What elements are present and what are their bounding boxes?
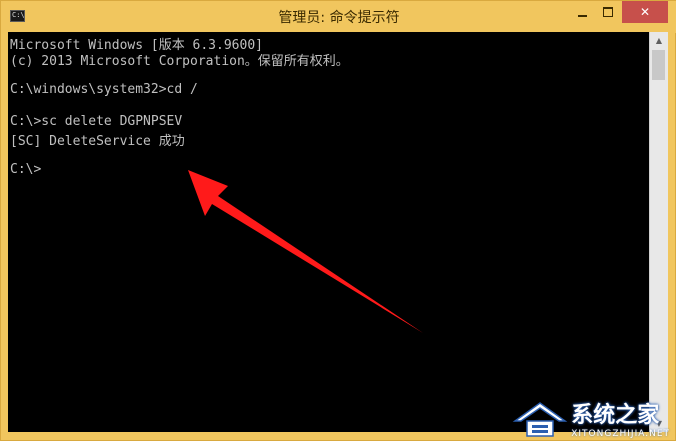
maximize-icon [603,7,613,17]
watermark-subtext: XITONGZHIJIA.NET [571,429,670,439]
cmd-window: C:\ 管理员: 命令提示符 ✕ Microsoft Windows [版本 6… [0,0,676,441]
console-output[interactable]: Microsoft Windows [版本 6.3.9600] (c) 2013… [8,32,649,432]
console-line: [SC] DeleteService 成功 [10,134,185,149]
chevron-up-icon: ▲ [655,36,663,45]
scroll-up-button[interactable]: ▲ [650,32,668,49]
watermark-text: 系统之家 [571,403,660,428]
close-icon: ✕ [639,5,651,19]
house-logo-icon [512,402,568,437]
console-line: C:\>sc delete DGPNPSEV [10,114,183,129]
vertical-scrollbar[interactable]: ▲ ▼ [649,32,668,432]
maximize-button[interactable] [595,1,621,23]
scrollbar-thumb[interactable] [652,50,665,80]
title-bar[interactable]: C:\ 管理员: 命令提示符 ✕ [1,1,676,33]
console-line: Microsoft Windows [版本 6.3.9600] [10,38,263,53]
minimize-button[interactable] [569,1,595,23]
console-prompt[interactable]: C:\> [10,162,349,178]
console-line: C:\windows\system32>cd / [10,82,198,97]
console-line: (c) 2013 Microsoft Corporation。保留所有权利。 [10,54,349,69]
close-button[interactable]: ✕ [622,1,668,23]
console-lines: Microsoft Windows [版本 6.3.9600] (c) 2013… [10,34,349,178]
watermark: 系统之家 XITONGZHIJIA.NET [511,399,670,439]
minimize-icon [577,15,587,17]
